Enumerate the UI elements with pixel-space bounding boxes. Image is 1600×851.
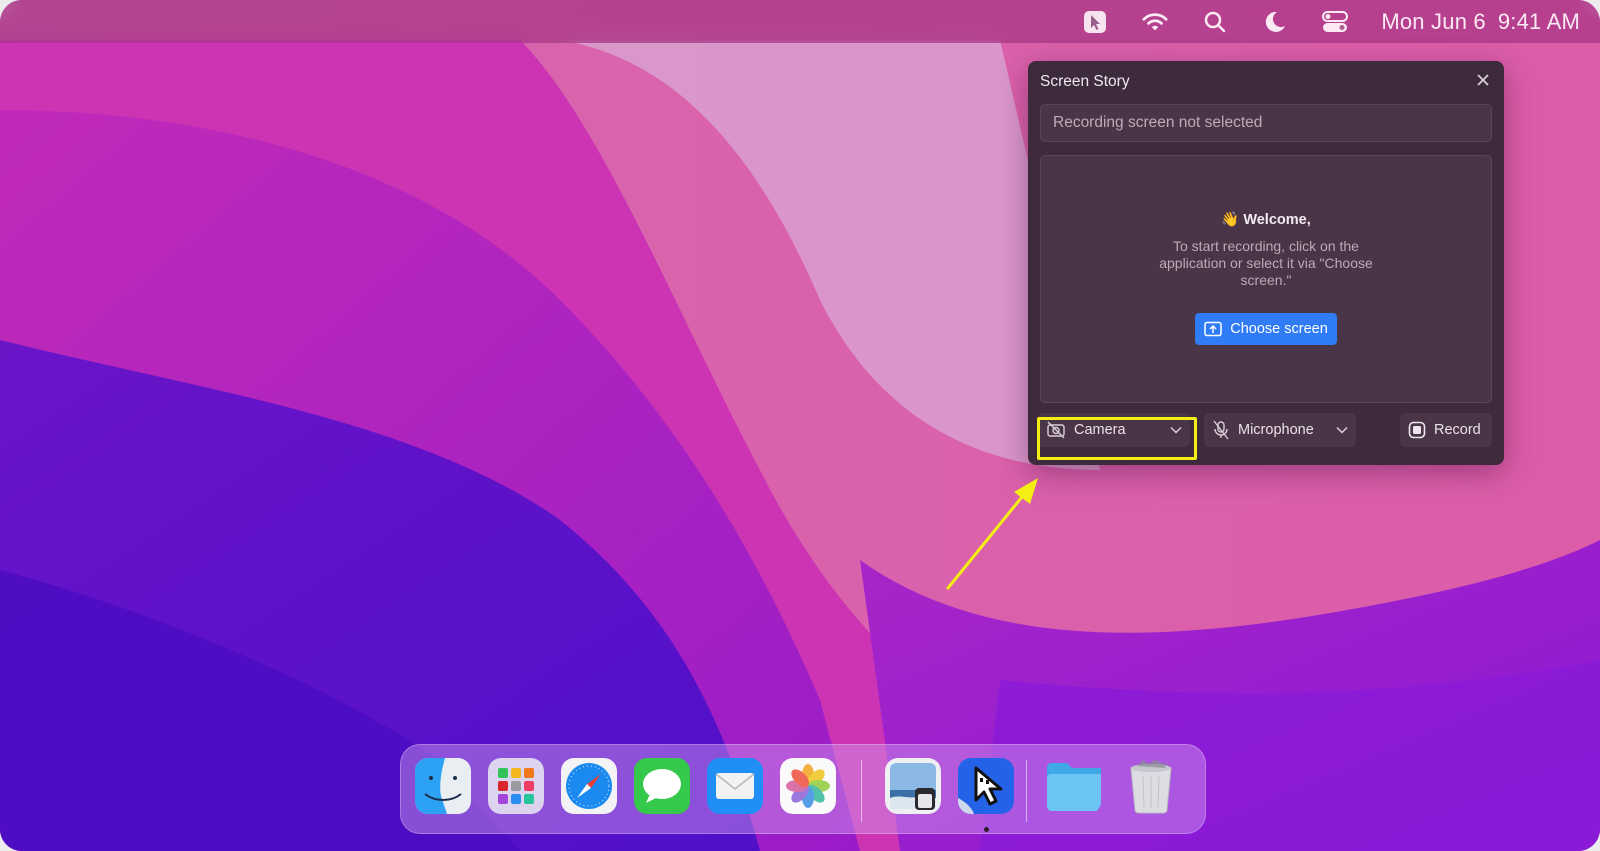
- camera-dropdown[interactable]: Camera: [1038, 413, 1190, 447]
- control-center-icon[interactable]: [1322, 9, 1349, 35]
- running-indicator: [984, 827, 989, 832]
- preview-area: 👋 Welcome, To start recording, click on …: [1040, 155, 1492, 403]
- dock-messages[interactable]: [634, 758, 690, 814]
- clock-date: Mon Jun 6: [1381, 8, 1486, 34]
- screen-story-app-icon: [958, 758, 1014, 814]
- record-label: Record: [1434, 422, 1481, 438]
- welcome-description: To start recording, click on the applica…: [1159, 238, 1373, 288]
- chevron-down-icon: [1336, 426, 1348, 434]
- menu-bar-clock[interactable]: Mon Jun 6 9:41 AM: [1381, 9, 1580, 35]
- dock-preview[interactable]: [885, 758, 941, 814]
- welcome-heading: 👋 Welcome,: [1221, 211, 1311, 229]
- chevron-down-icon: [1170, 426, 1182, 434]
- dock-screen-story[interactable]: [958, 758, 1014, 814]
- controls-bar: Camera Microphone Record: [1028, 410, 1504, 450]
- camera-label: Camera: [1074, 422, 1126, 438]
- camera-off-icon: [1047, 421, 1065, 439]
- folder-icon: [1047, 763, 1101, 811]
- recording-screen-select[interactable]: Recording screen not selected: [1040, 104, 1492, 142]
- menu-bar: Mon Jun 6 9:41 AM: [0, 0, 1600, 43]
- finder-icon: [415, 758, 471, 814]
- photos-icon: [780, 758, 836, 814]
- dock-launchpad[interactable]: [488, 758, 544, 814]
- recording-screen-placeholder: Recording screen not selected: [1053, 114, 1263, 131]
- screen-story-menu-icon[interactable]: [1082, 9, 1108, 35]
- moon-icon[interactable]: [1262, 9, 1288, 35]
- screen-story-panel: Screen Story Recording screen not select…: [1028, 61, 1504, 465]
- dock: [400, 744, 1206, 834]
- desktop: Mon Jun 6 9:41 AM Screen Story Recording…: [0, 0, 1600, 851]
- preview-icon: [885, 758, 941, 814]
- dock-photos[interactable]: [780, 758, 836, 814]
- dock-separator: [1026, 760, 1027, 822]
- dock-separator: [861, 760, 862, 822]
- dock-safari[interactable]: [561, 758, 617, 814]
- safari-icon: [561, 758, 617, 814]
- record-icon: [1408, 421, 1426, 439]
- launchpad-icon: [488, 758, 544, 814]
- close-icon: [1477, 74, 1489, 86]
- mail-icon: [707, 758, 763, 814]
- search-icon[interactable]: [1202, 9, 1228, 35]
- microphone-off-icon: [1213, 420, 1229, 440]
- annotation-arrow-icon: [946, 478, 1038, 590]
- trash-icon: [1130, 759, 1172, 814]
- microphone-label: Microphone: [1238, 422, 1314, 438]
- welcome-title: Welcome,: [1243, 211, 1311, 228]
- wave-emoji-icon: 👋: [1221, 212, 1240, 228]
- screen-upload-icon: [1204, 321, 1222, 337]
- dock-finder[interactable]: [415, 758, 471, 814]
- choose-screen-label: Choose screen: [1230, 321, 1328, 337]
- dock-folder[interactable]: [1045, 758, 1101, 814]
- dock-mail[interactable]: [707, 758, 763, 814]
- messages-icon: [634, 758, 690, 814]
- close-button[interactable]: [1474, 71, 1492, 89]
- dock-trash[interactable]: [1123, 758, 1179, 814]
- panel-title: Screen Story: [1040, 73, 1130, 90]
- choose-screen-button[interactable]: Choose screen: [1195, 313, 1337, 345]
- microphone-dropdown[interactable]: Microphone: [1204, 413, 1356, 447]
- clock-time: 9:41 AM: [1497, 8, 1580, 34]
- wifi-icon[interactable]: [1142, 9, 1168, 35]
- record-button[interactable]: Record: [1400, 413, 1492, 447]
